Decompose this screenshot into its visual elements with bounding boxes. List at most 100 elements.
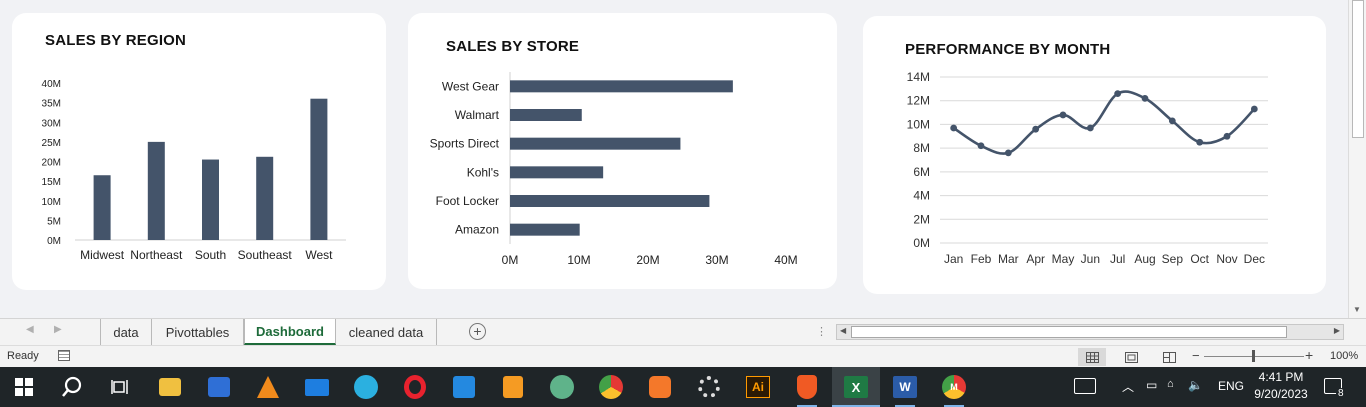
x-tick-label-jun: Jun [1081, 252, 1100, 266]
task-view-icon[interactable] [106, 373, 134, 401]
scroll-left-arrow-icon[interactable]: ◀ [840, 326, 846, 335]
y-tick-label: 40M [42, 79, 61, 90]
taskbar-xampp-button[interactable] [646, 373, 674, 401]
excel-icon: X [844, 376, 868, 398]
sales-by-region-chart[interactable]: 0M 5M 10M 15M 20M 25M 30M 35M 40M Midwest Northeas… [12, 13, 386, 290]
tab-cleaned-data-label: cleaned data [348, 324, 424, 340]
x-tick-label-south: South [195, 248, 226, 262]
x-tick-label: 40M [774, 253, 797, 267]
sublime-text-icon [503, 376, 523, 398]
taskbar-atom-button[interactable] [548, 373, 576, 401]
y-tick-label-kohl-s: Kohl's [467, 165, 499, 179]
point-dec [1250, 105, 1258, 113]
taskbar-chrome-profile-button[interactable]: M [940, 373, 968, 401]
taskbar-excel-button[interactable]: X [842, 373, 870, 401]
bar-sports-direct [510, 137, 681, 150]
windows-start-icon[interactable] [10, 373, 38, 401]
vertical-scrollbar[interactable]: ▼ [1348, 0, 1366, 318]
bar-foot-locker [510, 195, 710, 207]
taskbar-microsoft-store-button[interactable] [205, 373, 233, 401]
zoom-out-button[interactable]: − [1192, 348, 1200, 363]
taskbar-word-button[interactable]: W [891, 373, 919, 401]
point-nov [1223, 132, 1231, 140]
taskbar-chrome-button[interactable] [597, 373, 625, 401]
windows-taskbar: Ai X W M ︿ ▭ ⌂ 🔈 ENG 4:41 PM 9/20/2023 8 [0, 367, 1366, 407]
settings-icon [698, 376, 720, 398]
scroll-down-arrow-icon[interactable]: ▼ [1353, 305, 1361, 314]
taskbar-vscode-button[interactable] [450, 373, 478, 401]
news-widget-icon[interactable] [1074, 378, 1096, 394]
taskbar-sublime-text-button[interactable] [499, 373, 527, 401]
scroll-right-arrow-icon[interactable]: ▶ [1334, 326, 1340, 335]
x-tick-label-jan: Jan [944, 252, 963, 266]
x-tick-label-aug: Aug [1134, 252, 1155, 266]
taskbar-file-explorer-button[interactable] [156, 373, 184, 401]
taskbar-vlc-button[interactable] [254, 373, 282, 401]
volume-icon[interactable]: 🔈 [1188, 378, 1203, 392]
page-break-icon [1162, 351, 1176, 363]
sales-by-store-chart[interactable]: West Gear Walmart Sports Direct Kohl's Foot … [408, 13, 837, 289]
taskbar-illustrator-button[interactable]: Ai [744, 373, 772, 401]
clock[interactable]: 4:41 PM 9/20/2023 [1250, 369, 1312, 403]
taskbar-edge-button[interactable] [352, 373, 380, 401]
macro-recording-icon[interactable] [58, 350, 70, 361]
x-tick-label-northeast: Northeast [130, 248, 183, 262]
page-break-view-button[interactable] [1155, 348, 1183, 366]
page-layout-icon [1124, 351, 1138, 363]
x-tick-label-jul: Jul [1110, 252, 1125, 266]
chrome-profile-icon: M [942, 375, 966, 399]
taskbar-brave-button[interactable] [793, 373, 821, 401]
tab-pivottables[interactable]: Pivottables [152, 319, 244, 345]
point-aug [1141, 94, 1149, 102]
y-tick-label: 10M [42, 197, 61, 208]
taskbar-opera-button[interactable] [401, 373, 429, 401]
prev-sheet-arrow-icon[interactable]: ◀ [26, 324, 34, 335]
tab-data[interactable]: data [101, 319, 152, 345]
y-tick-label: 20M [42, 158, 61, 169]
page-layout-view-button[interactable] [1117, 348, 1145, 366]
meet-now-icon[interactable]: ▭ [1146, 378, 1157, 392]
y-tick-label: 2M [913, 212, 930, 226]
taskbar-mail-button[interactable] [303, 373, 331, 401]
tab-pivottables-label: Pivottables [165, 324, 230, 340]
chevron-up-icon[interactable]: ︿ [1122, 378, 1134, 395]
bar-amazon [510, 223, 580, 236]
x-tick-label-sep: Sep [1162, 252, 1184, 266]
x-tick-label-midwest: Midwest [80, 248, 125, 262]
vertical-scroll-thumb[interactable] [1352, 0, 1364, 138]
y-tick-label-foot-locker: Foot Locker [436, 194, 499, 208]
next-sheet-arrow-icon[interactable]: ▶ [54, 324, 62, 335]
zoom-level[interactable]: 100% [1330, 350, 1358, 362]
tab-dashboard[interactable]: Dashboard [244, 319, 336, 345]
y-tick-label: 0M [47, 236, 61, 247]
y-tick-label: 15M [42, 177, 61, 188]
word-icon: W [893, 376, 917, 398]
bar-west [310, 98, 328, 240]
bar-midwest [93, 175, 111, 240]
vlc-icon [257, 376, 279, 398]
normal-view-button[interactable] [1078, 348, 1106, 366]
sales-by-store-card[interactable]: SALES BY STORE West Gear Walmart Sports Di… [408, 13, 837, 289]
search-icon[interactable] [58, 373, 86, 401]
performance-by-month-card[interactable]: PERFORMANCE BY MONTH 0M 2M 4M 6M 8M 10M 12M 14M… [863, 16, 1326, 294]
y-tick-label: 0M [913, 236, 930, 250]
language-indicator[interactable]: ENG [1218, 379, 1244, 393]
clock-date: 9/20/2023 [1254, 387, 1308, 401]
horizontal-scroll-thumb[interactable] [851, 326, 1287, 338]
worksheet-area[interactable]: SALES BY REGION 0M 5M 10M 15M 20M 25M 30M 35M 40… [0, 0, 1348, 318]
opera-icon [404, 375, 426, 399]
network-icon[interactable]: ⌂ [1167, 378, 1174, 390]
split-handle-icon[interactable]: ⋮ [816, 325, 827, 338]
taskbar-settings-button[interactable] [695, 373, 723, 401]
horizontal-scrollbar[interactable]: ◀ ▶ [836, 324, 1344, 340]
plus-circle-icon[interactable]: + [469, 323, 486, 340]
sales-by-region-card[interactable]: SALES BY REGION 0M 5M 10M 15M 20M 25M 30M 35M 40… [12, 13, 386, 290]
point-apr [1032, 125, 1040, 133]
tab-cleaned-data[interactable]: cleaned data [336, 319, 437, 345]
zoom-in-button[interactable]: + [1305, 347, 1313, 363]
zoom-slider-thumb[interactable] [1252, 350, 1255, 362]
illustrator-icon: Ai [746, 376, 770, 398]
performance-by-month-chart[interactable]: 0M 2M 4M 6M 8M 10M 12M 14M Jan Feb Mar Apr May Jun Jul… [863, 16, 1326, 294]
sheet-tab-bar: ◀ ▶ data Pivottables Dashboard cleaned d… [0, 318, 1366, 345]
x-tick-label-southeast: Southeast [238, 248, 293, 262]
